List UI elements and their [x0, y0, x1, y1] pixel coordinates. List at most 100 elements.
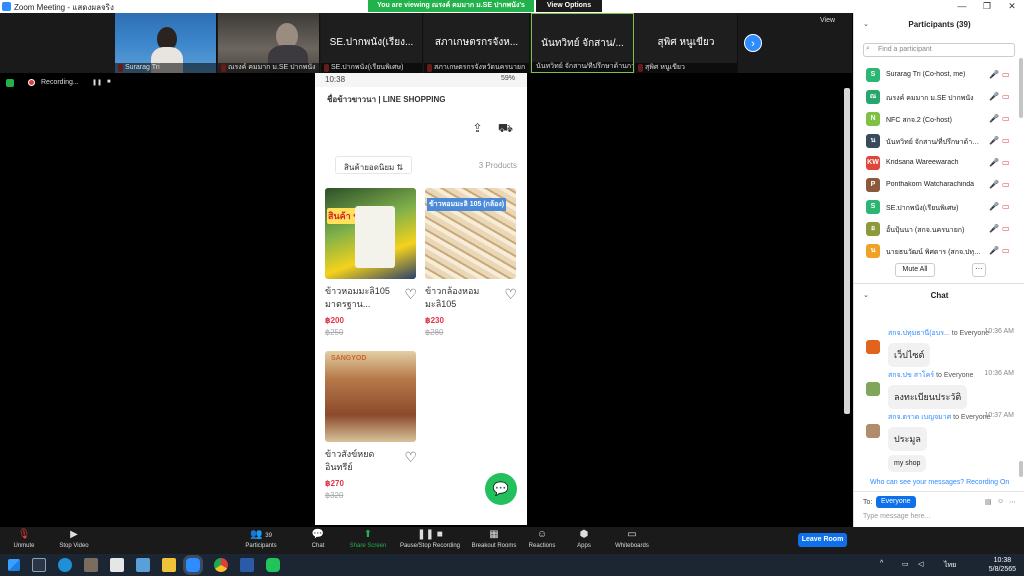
heart-icon[interactable]: ♡	[504, 286, 517, 303]
video-off-icon[interactable]: ▭	[1002, 180, 1012, 190]
video-tile-sapha[interactable]: สภาเกษตรกรจังห... สภาเกษตรกรจังหวัดนครนา…	[424, 13, 530, 73]
apps-button[interactable]: ⬢ Apps	[573, 529, 595, 549]
chat-button[interactable]: 💬 Chat	[306, 529, 330, 549]
taskbar-clock[interactable]: 10:38 5/8/2565	[989, 556, 1016, 574]
word-icon[interactable]	[240, 558, 254, 572]
file-icon[interactable]: ▤	[985, 498, 992, 506]
pause-stop-recording-button[interactable]: ❚❚ ■ Pause/Stop Recording	[397, 529, 463, 549]
reactions-button[interactable]: ☺ Reactions	[526, 529, 558, 549]
video-off-icon[interactable]: ▭	[1002, 158, 1012, 168]
muted-mic-icon[interactable]: 🎤	[989, 70, 999, 80]
video-off-icon[interactable]: ▭	[1002, 246, 1012, 256]
recipient-select[interactable]: Everyone	[876, 496, 916, 508]
image-caption: SANGYOD	[331, 355, 367, 362]
restore-button[interactable]: ❐	[975, 0, 999, 13]
video-tile-nantawit[interactable]: นันทวิทย์ จักสาน/... นันทวิทย์ จักสาน/ที…	[531, 13, 634, 73]
participant-row[interactable]: ณ ณรงค์ คมมาก ม.SE ปากพนัง 🎤 ▭	[854, 86, 1018, 108]
muted-mic-icon[interactable]: 🎤	[989, 92, 999, 102]
participant-row[interactable]: อ อั้นปุ้นนา (สกจ.นครนายก) 🎤 ▭	[854, 218, 1018, 240]
video-off-icon[interactable]: ▭	[1002, 114, 1012, 124]
participant-avatar: S	[866, 200, 880, 214]
find-participant-input[interactable]: Find a participant	[863, 43, 1015, 57]
sort-button[interactable]: สินค้ายอดนิยม ⇅	[335, 156, 413, 174]
participant-count: 39	[265, 533, 272, 539]
participant-avatar: N	[866, 112, 880, 126]
edge-icon[interactable]	[58, 558, 72, 572]
main-scrollbar[interactable]	[844, 88, 850, 414]
participant-row[interactable]: S Surarag Tri (Co-host, me) 🎤 ▭	[854, 64, 1018, 86]
breakout-rooms-button[interactable]: ▦ Breakout Rooms	[469, 529, 519, 549]
share-screen-button[interactable]: ⬆ Share Screen	[346, 529, 390, 549]
speaker-icon[interactable]: ◁	[918, 560, 923, 568]
input-language[interactable]: ไทย	[944, 560, 956, 571]
video-tile-se[interactable]: SE.ปากพนัง(เรียง... SE.ปากพนัง(เรียนพิเศ…	[321, 13, 423, 73]
tile-label: ณรงค์ คมมาก ม.SE ปากพนัง	[218, 63, 319, 73]
participant-row[interactable]: น นันทวิทย์ จักสาน/ที่ปรึกษาด้านการท... 🎤▭	[854, 130, 1018, 152]
mute-all-button[interactable]: Mute All	[895, 263, 935, 277]
network-icon[interactable]: ▭	[902, 560, 909, 568]
muted-mic-icon[interactable]: 🎤	[989, 136, 999, 146]
tile-label: นันทวิทย์ จักสาน/ที่ปรึกษาด้านการ...	[532, 62, 633, 72]
product-card[interactable]: สินค้า ขายดี! ข้าวหอมมะลิ105 มาตรฐาน... …	[325, 188, 417, 337]
participant-row[interactable]: P Ponthakorn Watcharachinda 🎤 ▭	[854, 174, 1018, 196]
chat-scrollbar[interactable]	[1019, 461, 1023, 477]
heart-icon[interactable]: ♡	[404, 286, 417, 303]
app-icon[interactable]	[136, 558, 150, 572]
chat-input[interactable]: Type message here...	[863, 513, 930, 520]
whiteboards-button[interactable]: ▭ Whiteboards	[611, 529, 653, 549]
minimize-button[interactable]: —	[950, 0, 974, 13]
leave-room-button[interactable]: Leave Room	[798, 533, 847, 547]
next-page-button[interactable]: ›	[744, 34, 762, 52]
muted-mic-icon[interactable]: 🎤	[989, 224, 999, 234]
video-off-icon[interactable]: ▭	[1002, 224, 1012, 234]
calculator-icon[interactable]	[110, 558, 124, 572]
muted-mic-icon[interactable]: 🎤	[989, 158, 999, 168]
windows-start-icon[interactable]	[8, 559, 20, 571]
emoji-icon[interactable]: ☺	[997, 498, 1004, 505]
pause-recording-button[interactable]: ❚❚	[92, 79, 102, 86]
product-card[interactable]: ข้าวหอมมะลิ 105 (กล้อง) ข้าวกล้องหอมมะลิ…	[425, 188, 517, 337]
tray-chevron-icon[interactable]: ^	[880, 560, 883, 567]
cart-icon[interactable]: ⛟	[498, 121, 513, 135]
view-button[interactable]: View	[820, 17, 835, 24]
unmute-button[interactable]: 🎙 Unmute	[6, 529, 42, 549]
chat-sender: สกจ.ตราด เบญจมาศ	[888, 414, 952, 421]
stop-video-button[interactable]: ▶ Stop Video	[54, 529, 94, 549]
security-shield-icon[interactable]	[6, 79, 14, 87]
line-icon[interactable]	[266, 558, 280, 572]
video-tile-narong[interactable]: ณรงค์ คมมาก ม.SE ปากพนัง	[218, 13, 320, 73]
heart-icon[interactable]: ♡	[404, 449, 417, 466]
chat-fab-button[interactable]: 💬	[485, 473, 517, 505]
task-view-icon[interactable]	[32, 558, 46, 572]
view-options-button[interactable]: View Options	[536, 0, 602, 12]
who-can-see-link[interactable]: Who can see your messages? Recording On	[870, 479, 1009, 486]
store-icon[interactable]	[84, 558, 98, 572]
muted-mic-icon[interactable]: 🎤	[989, 114, 999, 124]
video-off-icon[interactable]: ▭	[1002, 92, 1012, 102]
participants-button[interactable]: 👥 39 Participants	[238, 529, 284, 549]
muted-mic-icon[interactable]: 🎤	[989, 180, 999, 190]
product-card[interactable]: SANGYOD ข้าวสังข์หยด อินทรีย์ ♡ ฿270 ฿32…	[325, 351, 417, 500]
muted-mic-icon[interactable]: 🎤	[989, 202, 999, 212]
share-icon[interactable]: ⇪	[472, 121, 482, 135]
stop-recording-button[interactable]: ■	[107, 79, 111, 85]
muted-mic-icon[interactable]: 🎤	[989, 246, 999, 256]
video-off-icon[interactable]: ▭	[1002, 70, 1012, 80]
participant-row[interactable]: N NFC สกจ.2 (Co-host) 🎤 ▭	[854, 108, 1018, 130]
video-tile-surarag[interactable]: Surarag Tri	[115, 13, 217, 73]
zoom-taskbar-icon[interactable]	[186, 558, 200, 572]
close-window-button[interactable]: ✕	[1000, 0, 1024, 13]
video-off-icon[interactable]: ▭	[1002, 202, 1012, 212]
product-image: ข้าวหอมมะลิ 105 (กล้อง)	[425, 188, 516, 279]
file-explorer-icon[interactable]	[162, 558, 176, 572]
participant-row[interactable]: KW Kridsana Wareewarach 🎤 ▭	[854, 152, 1018, 174]
chrome-icon[interactable]	[214, 558, 228, 572]
chat-icon: 💬	[311, 529, 325, 540]
participant-row[interactable]: น นายธนวัฒน์ พิศดาร (สกจ.ปทุมธานี) 🎤▭	[854, 240, 1018, 262]
participants-scrollbar[interactable]	[1019, 58, 1023, 118]
chat-more-icon[interactable]: ⋯	[1009, 498, 1016, 506]
video-off-icon[interactable]: ▭	[1002, 136, 1012, 146]
participant-row[interactable]: S SE.ปากพนัง(เรียนพิเศษ) 🎤 ▭	[854, 196, 1018, 218]
video-tile-supit[interactable]: สุพิศ หนูเขียว สุพิศ หนูเขียว	[635, 13, 738, 73]
more-options-button[interactable]: ···	[972, 263, 986, 277]
